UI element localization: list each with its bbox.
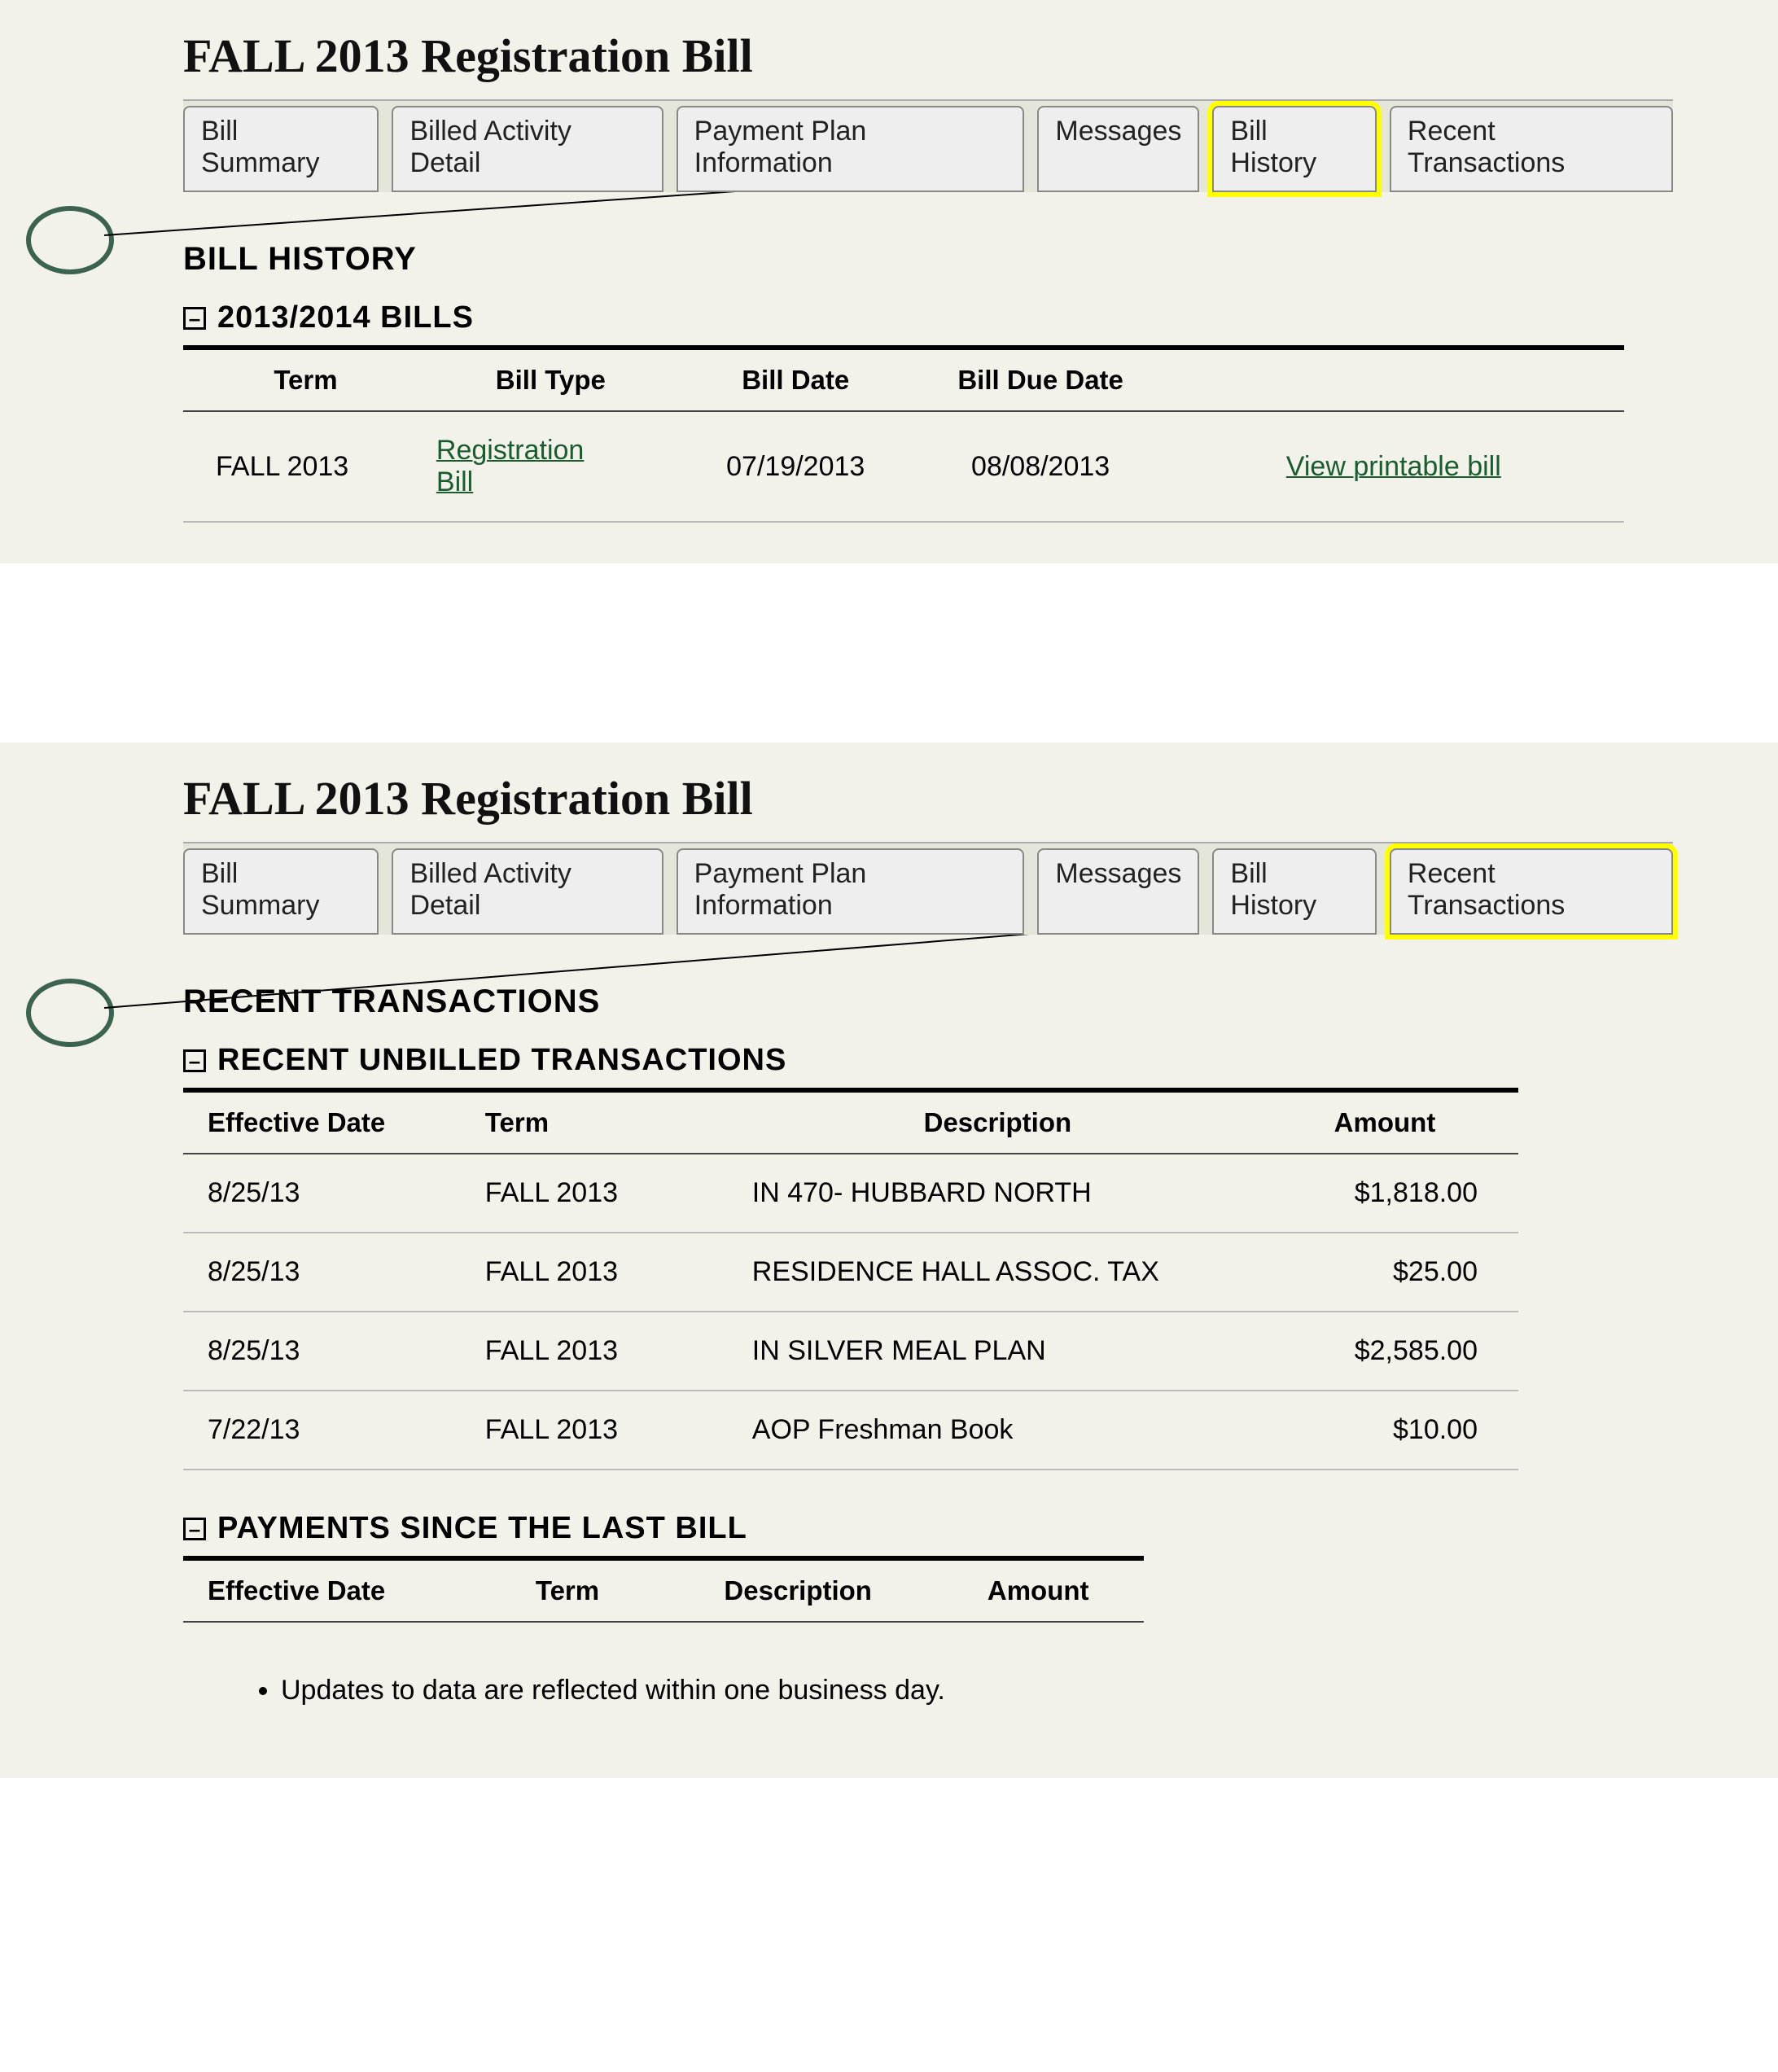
notes-list: Updates to data are reflected within one… [248,1671,1673,1710]
cell-description: IN 470- HUBBARD NORTH [744,1154,1251,1233]
bill-history-table: Term Bill Type Bill Date Bill Due Date F… [183,345,1624,523]
tab-bill-history[interactable]: Bill History [1212,106,1377,192]
tab-messages[interactable]: Messages [1037,848,1199,935]
table-row: 8/25/13FALL 2013IN SILVER MEAL PLAN$2,58… [183,1312,1518,1391]
cell-term: FALL 2013 [477,1154,744,1233]
cell-amount: $2,585.00 [1251,1312,1518,1391]
cell-effective-date: 7/22/13 [183,1391,477,1470]
table-row: 8/25/13FALL 2013IN 470- HUBBARD NORTH$1,… [183,1154,1518,1233]
cell-effective-date: 8/25/13 [183,1312,477,1391]
link-view-printable-bill[interactable]: View printable bill [1286,451,1501,482]
payments-table: Effective Date Term Description Amount [183,1556,1144,1623]
unbilled-transactions-table: Effective Date Term Description Amount 8… [183,1088,1518,1470]
tab-payment-plan-information[interactable]: Payment Plan Information [677,848,1025,935]
cell-description: IN SILVER MEAL PLAN [744,1312,1251,1391]
col-amount: Amount [932,1558,1144,1622]
collapse-icon[interactable]: – [183,1518,206,1540]
payments-heading: PAYMENTS SINCE THE LAST BILL [217,1511,747,1546]
cell-effective-date: 8/25/13 [183,1233,477,1312]
cell-effective-date: 8/25/13 [183,1154,477,1233]
tab-billed-activity-detail[interactable]: Billed Activity Detail [392,848,663,935]
col-bill-type: Bill Type [428,348,673,411]
table-row: 7/22/13FALL 2013AOP Freshman Book$10.00 [183,1391,1518,1470]
table-row: FALL 2013 Registration Bill 07/19/2013 0… [183,411,1624,522]
cell-term: FALL 2013 [183,411,428,522]
col-term: Term [471,1558,663,1622]
link-bill-type[interactable]: Registration Bill [436,435,615,498]
cell-amount: $1,818.00 [1251,1154,1518,1233]
cell-bill-date: 07/19/2013 [673,411,918,522]
tabbar: Bill Summary Billed Activity Detail Paym… [183,99,1673,192]
table-row: 8/25/13FALL 2013RESIDENCE HALL ASSOC. TA… [183,1233,1518,1312]
tab-recent-transactions[interactable]: Recent Transactions [1390,848,1673,935]
tab-bill-summary[interactable]: Bill Summary [183,848,379,935]
col-effective-date: Effective Date [183,1558,471,1622]
col-term: Term [183,348,428,411]
cell-description: RESIDENCE HALL ASSOC. TAX [744,1233,1251,1312]
cell-description: AOP Freshman Book [744,1391,1251,1470]
cell-term: FALL 2013 [477,1391,744,1470]
tab-bill-summary[interactable]: Bill Summary [183,106,379,192]
tab-payment-plan-information[interactable]: Payment Plan Information [677,106,1025,192]
tab-messages[interactable]: Messages [1037,106,1199,192]
cell-amount: $25.00 [1251,1233,1518,1312]
cell-term: FALL 2013 [477,1233,744,1312]
note-item: Updates to data are reflected within one… [281,1671,1673,1710]
cell-term: FALL 2013 [477,1312,744,1391]
tab-billed-activity-detail[interactable]: Billed Activity Detail [392,106,663,192]
col-bill-date: Bill Date [673,348,918,411]
tabbar: Bill Summary Billed Activity Detail Paym… [183,842,1673,935]
cell-amount: $10.00 [1251,1391,1518,1470]
cell-bill-due-date: 08/08/2013 [918,411,1163,522]
tab-recent-transactions[interactable]: Recent Transactions [1390,106,1673,192]
col-description: Description [663,1558,932,1622]
tab-bill-history[interactable]: Bill History [1212,848,1377,935]
col-bill-due-date: Bill Due Date [918,348,1163,411]
